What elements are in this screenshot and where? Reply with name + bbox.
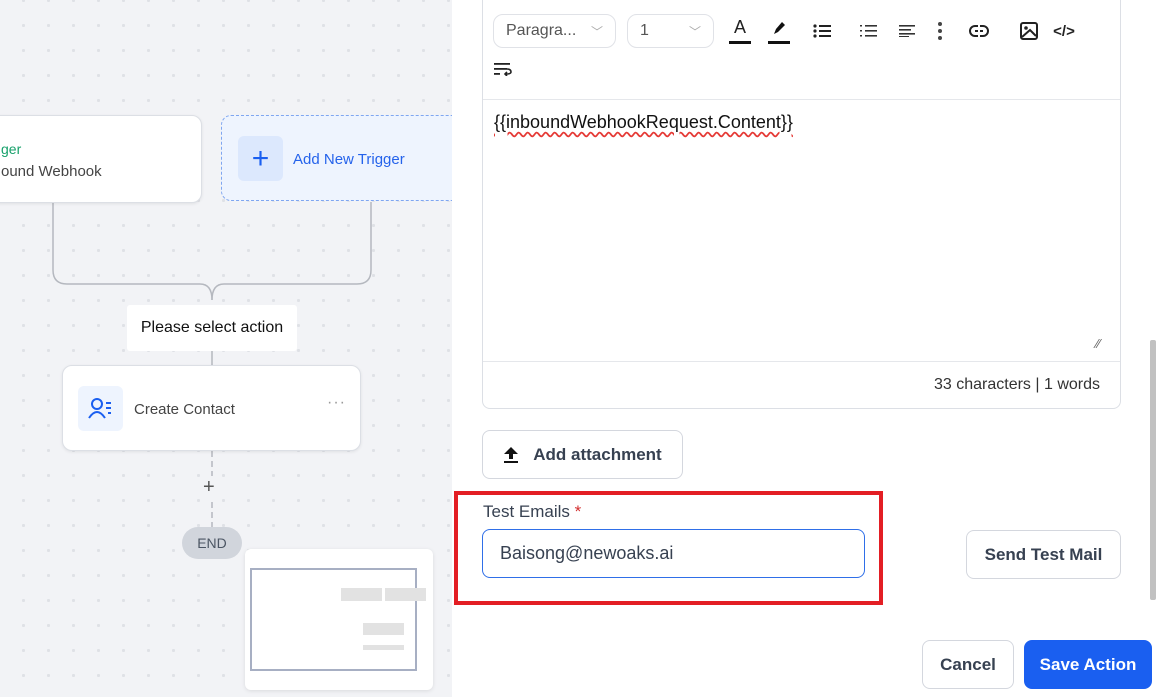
add-step-plus-icon[interactable]: + xyxy=(203,476,215,499)
add-attachment-label: Add attachment xyxy=(533,444,662,464)
add-new-trigger-button[interactable]: + Add New Trigger xyxy=(221,115,452,201)
resize-handle-icon[interactable]: ⁄⁄ xyxy=(1096,336,1100,351)
text-color-icon[interactable]: A xyxy=(729,14,751,44)
upload-icon xyxy=(504,446,519,463)
minimap[interactable] xyxy=(245,549,433,690)
chevron-down-icon: ﹀ xyxy=(590,24,603,39)
trigger-title: ger xyxy=(1,141,22,157)
end-node: END xyxy=(182,527,242,559)
plus-icon: + xyxy=(238,136,283,181)
cancel-button[interactable]: Cancel xyxy=(922,640,1014,689)
editor-content[interactable]: {{inboundWebhookRequest.Content}} xyxy=(494,112,793,133)
action-settings-panel: Paragra... ﹀ 1 ﹀ A </> {{inboundWebhookReq… xyxy=(452,0,1158,697)
character-counter: 33 characters | 1 words xyxy=(933,376,1100,393)
action-card-create-contact[interactable]: Create Contact ··· xyxy=(62,365,361,451)
select-action-label[interactable]: Please select action xyxy=(127,305,297,351)
highlight-icon[interactable] xyxy=(768,14,790,44)
add-attachment-button[interactable]: Add attachment xyxy=(482,430,683,479)
save-action-button[interactable]: Save Action xyxy=(1024,640,1152,689)
contact-list-icon xyxy=(78,386,123,431)
more-horizontal-icon[interactable]: ··· xyxy=(327,394,346,412)
image-icon[interactable] xyxy=(1018,14,1040,48)
align-left-icon[interactable] xyxy=(895,14,919,48)
font-size-select[interactable]: 1 ﹀ xyxy=(627,14,714,48)
numbered-list-icon[interactable] xyxy=(856,14,880,48)
rich-text-editor xyxy=(482,0,1121,409)
minimap-viewport[interactable] xyxy=(250,568,417,671)
trigger-subtitle: ound Webhook xyxy=(1,163,102,180)
bullet-list-icon[interactable] xyxy=(810,14,834,48)
more-vertical-icon[interactable] xyxy=(932,14,948,48)
add-trigger-label: Add New Trigger xyxy=(293,151,405,168)
format-select-value: Paragra... xyxy=(506,22,577,39)
wrap-text-icon[interactable] xyxy=(493,52,513,86)
test-emails-label: Test Emails * xyxy=(483,502,582,521)
test-emails-input[interactable] xyxy=(482,529,865,578)
trigger-card[interactable]: ger ound Webhook xyxy=(0,115,202,203)
code-icon[interactable]: </> xyxy=(1052,14,1076,48)
scrollbar-thumb[interactable] xyxy=(1150,340,1156,600)
size-select-value: 1 xyxy=(640,22,649,39)
action-label: Create Contact xyxy=(134,401,235,418)
chevron-down-icon: ﹀ xyxy=(688,24,701,39)
workflow-canvas[interactable]: ger ound Webhook + Add New Trigger Pleas… xyxy=(0,0,452,697)
link-icon[interactable] xyxy=(967,14,991,48)
format-select[interactable]: Paragra... ﹀ xyxy=(493,14,616,48)
send-test-mail-button[interactable]: Send Test Mail xyxy=(966,530,1121,579)
